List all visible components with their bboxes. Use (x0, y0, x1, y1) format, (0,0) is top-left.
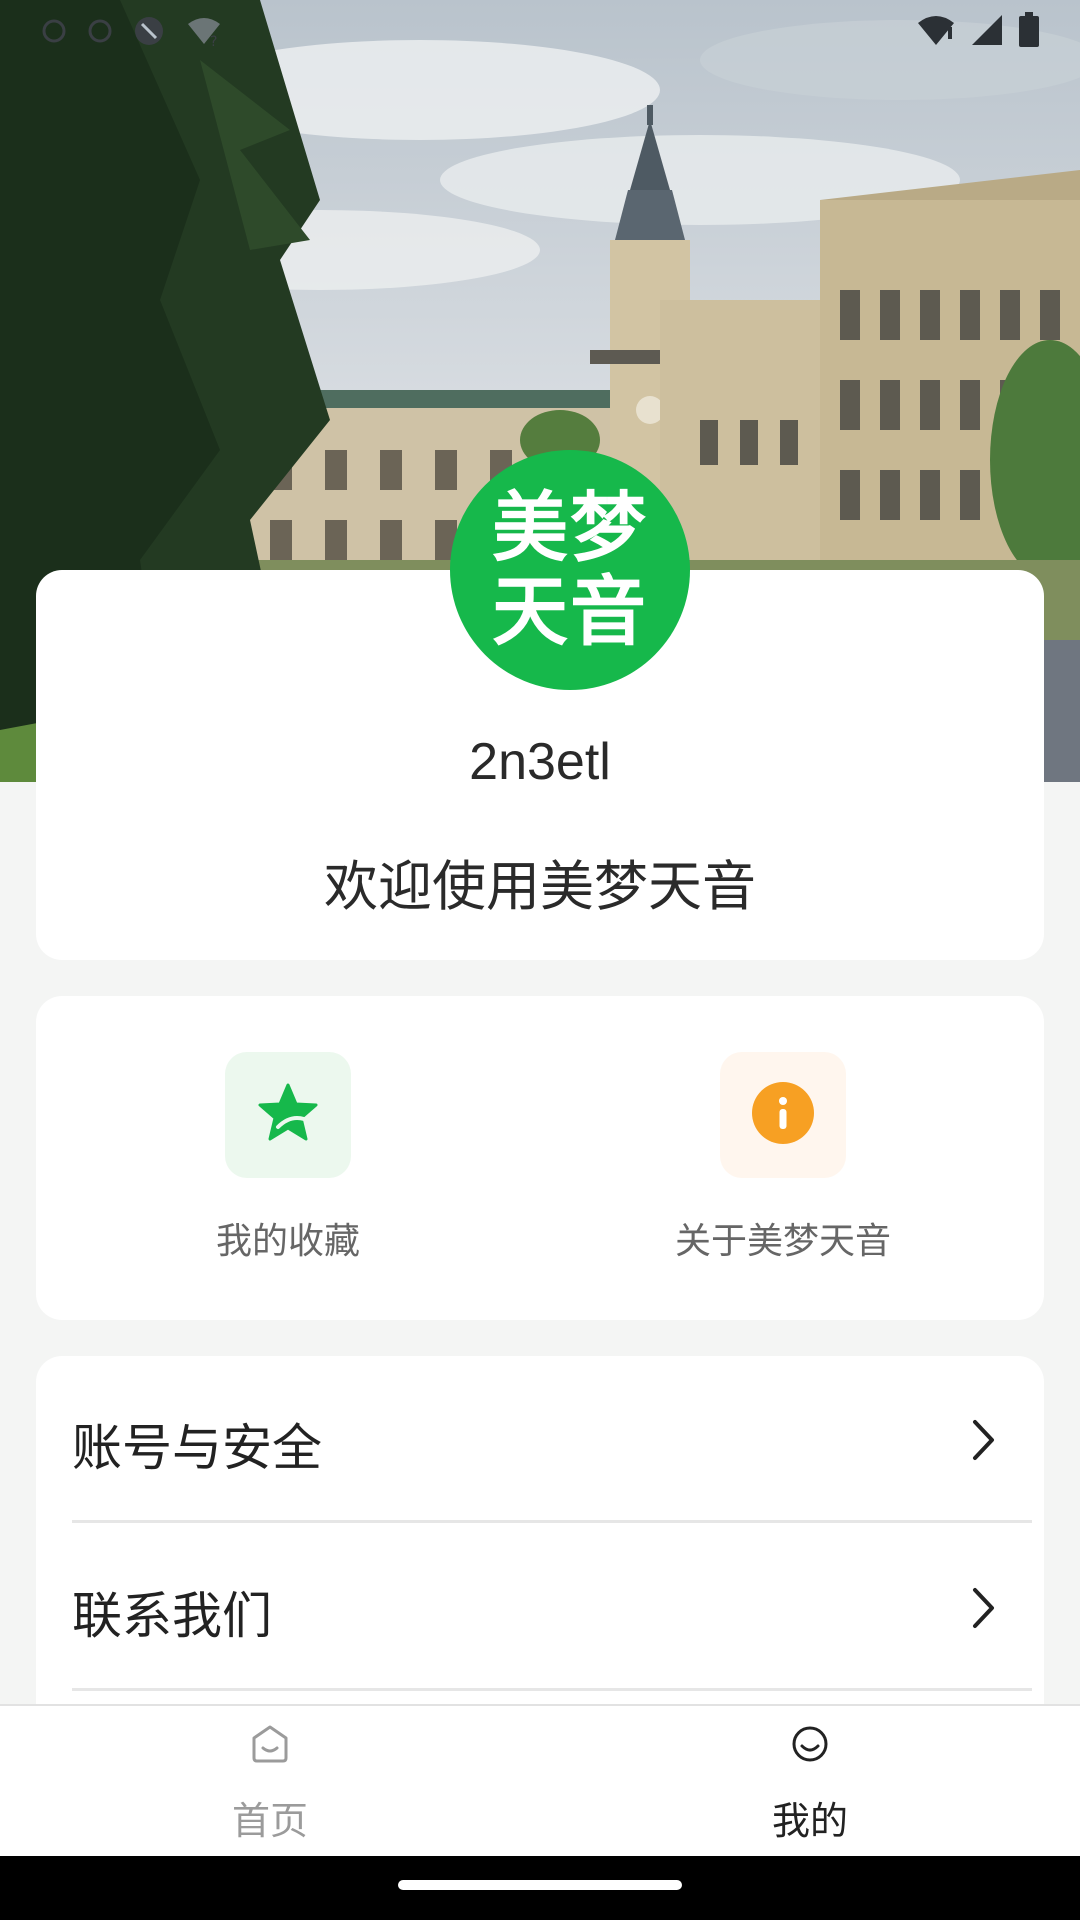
star-icon (256, 1081, 320, 1149)
chevron-right-icon (970, 1418, 998, 1466)
battery-icon (1018, 12, 1040, 52)
welcome-message: 欢迎使用美梦天音 (324, 855, 756, 918)
tab-mine-label: 我的 (771, 1799, 848, 1843)
signal-icon (970, 13, 1004, 51)
avatar[interactable]: 美梦 天音 (450, 450, 690, 690)
status-bar-right (916, 12, 1040, 52)
notification-icon (86, 17, 114, 49)
notification-icon (40, 17, 68, 49)
list-item-account-security[interactable]: 账号与安全 (72, 1356, 1008, 1524)
tab-mine[interactable]: 我的 (710, 1724, 910, 1845)
list-divider (72, 1520, 1032, 1523)
tab-home[interactable]: 首页 (170, 1724, 370, 1845)
home-gesture-handle[interactable] (398, 1880, 682, 1890)
avatar-text-line2: 天音 (492, 567, 648, 656)
about-icon-tile (720, 1052, 846, 1178)
svg-text:?: ? (210, 34, 217, 48)
avatar-text-line1: 美梦 (492, 483, 648, 572)
smile-face-icon (790, 1726, 830, 1768)
tab-home-label: 首页 (231, 1799, 308, 1843)
list-item-label: 账号与安全 (72, 1419, 322, 1477)
status-bar-left: ? (40, 14, 224, 52)
favorites-label: 我的收藏 (215, 1221, 360, 1262)
wifi-unknown-icon: ? (184, 14, 224, 52)
quick-actions-card: 我的收藏 关于美梦天音 (36, 996, 1044, 1320)
username: 2n3etl (469, 733, 611, 791)
favorites-icon-tile (225, 1052, 351, 1178)
about-label: 关于美梦天音 (674, 1221, 891, 1262)
chevron-right-icon (970, 1586, 998, 1634)
info-icon (751, 1081, 815, 1149)
favorites-button[interactable]: 我的收藏 (158, 1052, 418, 1264)
bottom-navigation: 首页 我的 (0, 1704, 1080, 1856)
system-gesture-bar (0, 1856, 1080, 1920)
list-divider (72, 1688, 1032, 1691)
list-item-contact-us[interactable]: 联系我们 (72, 1524, 1008, 1692)
about-button[interactable]: 关于美梦天音 (633, 1052, 933, 1264)
wifi-icon (916, 13, 956, 51)
home-face-icon (250, 1725, 290, 1768)
list-item-label: 联系我们 (72, 1587, 272, 1645)
status-bar: ? (0, 0, 1080, 64)
profile-screen: ? 2n3etl 欢迎使用美梦天音 美梦 天音 我的收藏 关于美梦天音 账号与安… (0, 0, 1080, 1920)
vpn-icon (132, 14, 166, 52)
